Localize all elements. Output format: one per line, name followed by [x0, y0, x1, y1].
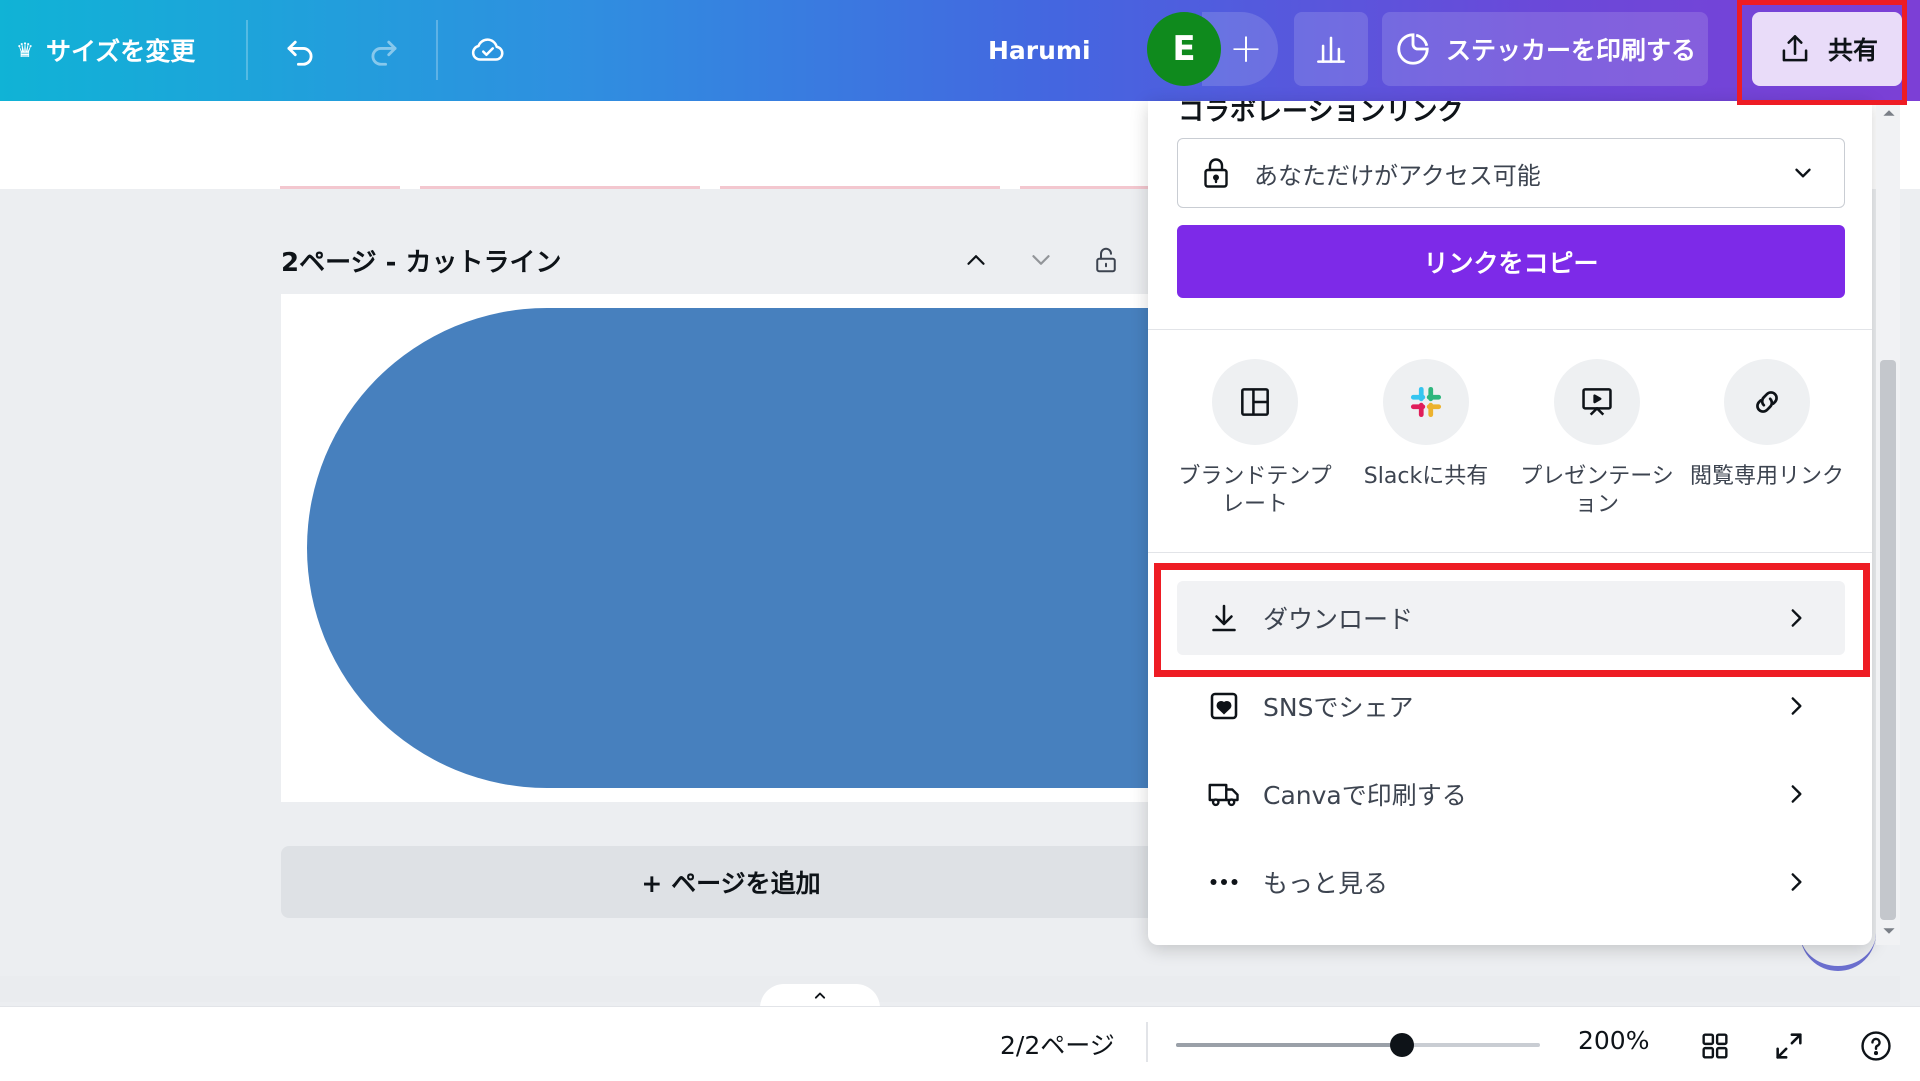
see-more-row[interactable]: もっと見る — [1177, 845, 1845, 919]
unlock-icon — [1096, 247, 1116, 273]
help-button[interactable] — [1854, 1024, 1898, 1068]
notes-toggle-button[interactable] — [760, 984, 880, 1008]
fullscreen-button[interactable] — [1767, 1024, 1811, 1068]
panel-divider — [1148, 329, 1872, 330]
toolbar-divider — [436, 20, 438, 80]
grid-view-button[interactable] — [1693, 1024, 1737, 1068]
chevron-down-icon — [1032, 255, 1050, 265]
username-label: Harumi — [988, 35, 1091, 65]
page-lock-button[interactable] — [1086, 240, 1126, 280]
panel-divider — [1148, 552, 1872, 553]
download-highlight-outline — [1154, 563, 1870, 677]
see-more-label: もっと見る — [1263, 869, 1389, 898]
view-only-link-option[interactable]: 閲覧専用リンク — [1682, 359, 1852, 491]
link-icon — [1756, 391, 1778, 413]
print-with-canva-label: Canvaで印刷する — [1263, 781, 1467, 810]
chevron-up-icon — [967, 255, 985, 265]
cutline-shape[interactable] — [307, 308, 1207, 788]
lock-icon — [1204, 158, 1228, 188]
brand-template-option[interactable]: ブランドテンプレート — [1170, 359, 1340, 519]
view-only-link-label: 閲覧専用リンク — [1689, 464, 1844, 489]
presentation-label: プレゼンテーション — [1520, 464, 1674, 517]
previous-page-edge — [280, 186, 1150, 189]
toolbar-divider — [246, 20, 248, 80]
avatar[interactable]: E — [1147, 12, 1221, 86]
page-up-button[interactable] — [956, 240, 996, 280]
grid-icon — [1702, 1033, 1728, 1059]
share-highlight-outline — [1737, 0, 1907, 105]
redo-button[interactable] — [354, 20, 414, 80]
chevron-up-icon — [814, 992, 826, 999]
collaboration-link-heading: コラボレーションリンク — [1178, 101, 1464, 127]
top-toolbar: ♛ サイズを変更 Harumi + E ステッカーを印刷する 共有 — [0, 0, 1920, 101]
resize-label: サイズを変更 — [45, 37, 196, 66]
scroll-up-arrow-icon[interactable] — [1882, 106, 1896, 120]
undo-button[interactable] — [270, 20, 330, 80]
insights-button[interactable] — [1294, 12, 1368, 86]
resize-button[interactable]: ♛ サイズを変更 — [16, 22, 195, 78]
chevron-right-icon — [1791, 873, 1802, 891]
chevron-right-icon — [1791, 785, 1802, 803]
print-sticker-button[interactable]: ステッカーを印刷する — [1382, 12, 1708, 86]
slack-share-option[interactable]: Slackに共有 — [1341, 359, 1511, 491]
slack-icon — [1410, 386, 1442, 418]
bar-chart-icon — [1317, 36, 1345, 63]
cloud-save-button[interactable] — [458, 20, 518, 80]
cloud-check-icon — [471, 38, 504, 61]
print-with-canva-row[interactable]: Canvaで印刷する — [1177, 757, 1845, 831]
presentation-circle — [1554, 359, 1640, 445]
zoom-slider-handle[interactable] — [1389, 1033, 1414, 1057]
zoom-slider[interactable] — [1176, 1033, 1540, 1057]
access-label: あなただけがアクセス可能 — [1254, 161, 1541, 190]
footer-divider — [1146, 1022, 1148, 1062]
brand-template-circle — [1212, 359, 1298, 445]
page-count[interactable]: 2/2ページ — [1000, 1026, 1115, 1062]
social-share-label: SNSでシェア — [1263, 693, 1414, 722]
access-dropdown[interactable]: あなただけがアクセス可能 — [1177, 138, 1845, 208]
heart-icon — [1205, 687, 1243, 725]
chevron-down-icon — [1795, 168, 1811, 178]
crown-icon: ♛ — [16, 38, 34, 62]
slack-circle — [1383, 359, 1469, 445]
chevron-right-icon — [1791, 697, 1802, 715]
view-only-link-circle — [1724, 359, 1810, 445]
template-icon — [1241, 388, 1269, 416]
panel-scrollbar-thumb[interactable] — [1880, 360, 1896, 920]
undo-icon — [287, 40, 313, 66]
expand-icon — [1776, 1033, 1802, 1059]
slack-share-label: Slackに共有 — [1363, 464, 1489, 489]
horizontal-scrollbar[interactable] — [0, 976, 1900, 1002]
zoom-slider-fill — [1176, 1043, 1402, 1047]
redo-icon — [371, 40, 397, 66]
presentation-option[interactable]: プレゼンテーション — [1512, 359, 1682, 519]
page-down-button[interactable] — [1021, 240, 1061, 280]
share-panel: コラボレーションリンク あなただけがアクセス可能 リンクをコピー ブランドテンプ… — [1148, 101, 1872, 945]
plus-icon: + — [1229, 26, 1263, 72]
page-title: 2ページ - カットライン — [281, 248, 562, 278]
brand-template-label: ブランドテンプレート — [1178, 464, 1332, 517]
zoom-level[interactable]: 200% — [1578, 1026, 1649, 1055]
truck-icon — [1205, 775, 1243, 813]
help-icon — [1861, 1031, 1891, 1061]
presentation-icon — [1582, 388, 1612, 416]
sticker-icon — [1397, 33, 1429, 65]
scroll-down-arrow-icon[interactable] — [1882, 924, 1896, 938]
add-page-button[interactable]: + ページを追加 — [281, 846, 1181, 918]
more-icon — [1205, 863, 1243, 901]
print-sticker-label: ステッカーを印刷する — [1445, 36, 1696, 65]
copy-link-button[interactable]: リンクをコピー — [1177, 225, 1845, 298]
social-share-row[interactable]: SNSでシェア — [1177, 669, 1845, 743]
